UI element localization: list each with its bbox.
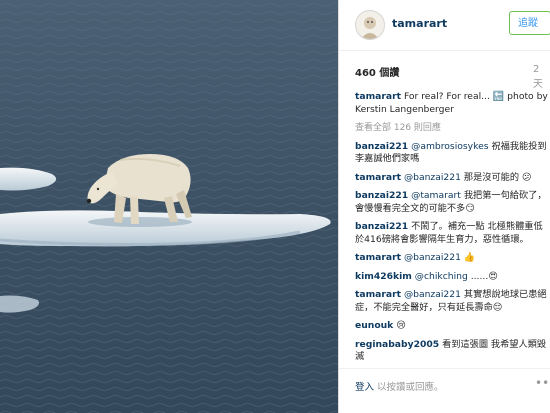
post-timestamp[interactable]: 2 天	[533, 64, 550, 90]
comment-item: tamarart @banzai221 那是沒可能的 😕	[355, 172, 550, 185]
comment-text: 那是沒可能的 😕	[460, 171, 532, 183]
follow-button[interactable]: 追蹤	[509, 11, 550, 35]
avatar-portrait-icon	[361, 17, 379, 39]
comment-username[interactable]: tamarart	[355, 172, 401, 183]
views-count: 460 個讚	[355, 68, 400, 79]
comment-item: banzai221 @ambrosiosykes 祝福我能投到李嘉誠他們家嗎	[355, 141, 550, 166]
comment-item: tamarart @banzai221 其實想說地球已患絕症，不能完全醫好，只有…	[355, 289, 550, 314]
comment-username[interactable]: eunouk	[355, 320, 393, 331]
comment-username[interactable]: reginababy2005	[355, 339, 439, 350]
login-prompt: 登入 以按讚或回應。	[355, 379, 444, 393]
comment-item: banzai221 @tamarart 我把第一句給砍了，會慢慢看完全文的可能不…	[355, 190, 550, 215]
comment-item: banzai221 不鬧了。補充一點 北極熊體重低於416磅將會影響隔年生育力，…	[355, 221, 550, 246]
avatar[interactable]	[355, 10, 385, 40]
comment-text: 👍	[460, 252, 476, 263]
load-more-comments-link[interactable]: 查看全部 126 則回應	[355, 122, 550, 135]
comment-item: tamarart @banzai221 👍	[355, 252, 550, 265]
post-header: tamarart 追蹤	[339, 0, 550, 51]
comment-item: eunouk 😢	[355, 320, 550, 333]
comment-text: ......😍	[467, 270, 498, 282]
comment-item: reginababy2005 看到這張圖 我希望人類毀滅	[355, 339, 550, 364]
comment-username[interactable]: banzai221	[355, 141, 408, 152]
comment-username[interactable]: kim426kim	[355, 271, 412, 282]
comment-mention[interactable]: @banzai221	[404, 172, 461, 183]
footer-divider	[339, 368, 550, 369]
comment-mention[interactable]: @ambrosiosykes	[411, 141, 488, 152]
comment-mention[interactable]: @banzai221	[404, 289, 461, 300]
comment-username[interactable]: banzai221	[355, 190, 408, 201]
more-dots-icon[interactable]: •••	[535, 376, 550, 390]
comment-mention[interactable]: @chikching	[415, 271, 468, 282]
comment-username[interactable]: tamarart	[355, 289, 401, 300]
post-sidebar: tamarart 追蹤 460 個讚 2 天 tamarart For real…	[338, 0, 550, 413]
comment-username[interactable]: tamarart	[355, 252, 401, 263]
comment-list: tamarart For real? For real... 🔚 photo b…	[355, 91, 550, 370]
login-link[interactable]: 登入	[355, 382, 374, 393]
post-stats: 460 個讚 2 天	[355, 64, 550, 90]
comment-text: 😢	[396, 320, 406, 331]
comment-mention[interactable]: @tamarart	[411, 190, 461, 201]
caption-username[interactable]: tamarart	[355, 91, 401, 102]
login-prompt-text: 以按讚或回應。	[374, 382, 444, 393]
header-username[interactable]: tamarart	[392, 17, 447, 30]
instagram-post: tamarart 追蹤 460 個讚 2 天 tamarart For real…	[0, 0, 550, 413]
comment-item: kim426kim @chikching ......😍	[355, 271, 550, 284]
comment-mention[interactable]: @banzai221	[404, 252, 461, 263]
caption: tamarart For real? For real... 🔚 photo b…	[355, 91, 550, 116]
comment-username[interactable]: banzai221	[355, 221, 408, 232]
polar-bear-photo	[0, 0, 338, 413]
post-photo[interactable]	[0, 0, 338, 413]
